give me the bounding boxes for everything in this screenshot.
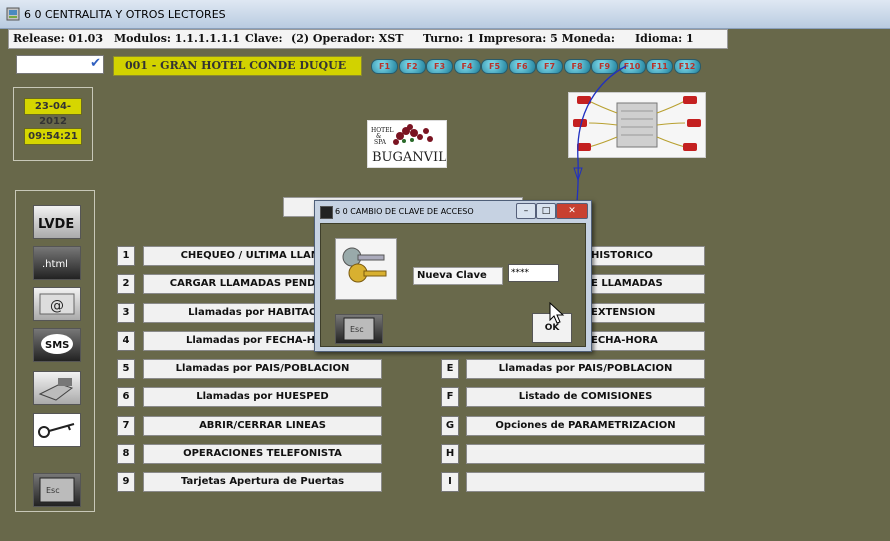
dialog-esc-button[interactable]: Esc bbox=[335, 314, 383, 344]
check-icon[interactable]: ✔ bbox=[90, 56, 101, 71]
menu-key-e: E bbox=[441, 359, 459, 379]
menu-key-5: 5 bbox=[117, 359, 135, 379]
sms-text: SMS bbox=[45, 340, 69, 351]
menu-key-f: F bbox=[441, 387, 459, 407]
keys-icon bbox=[342, 247, 387, 283]
menu-key-7: 7 bbox=[117, 416, 135, 436]
clave-text: Clave: bbox=[245, 32, 283, 45]
maximize-button[interactable]: □ bbox=[536, 203, 556, 219]
release-text: Release: 01.03 bbox=[13, 32, 103, 45]
menu-key-8: 8 bbox=[117, 444, 135, 464]
menu-key-2: 2 bbox=[117, 274, 135, 294]
logo-name: BUGANVILIA bbox=[372, 150, 446, 165]
sms-icon[interactable]: SMS bbox=[33, 328, 81, 362]
mouse-cursor-icon bbox=[549, 302, 565, 324]
left-icon-panel: LVDE .html @ SMS Esc bbox=[15, 190, 95, 512]
dialog-title-bar: 6 0 CAMBIO DE CLAVE DE ACCESO – □ ✕ bbox=[315, 201, 591, 223]
dialog-body: Nueva Clave Esc OK bbox=[320, 223, 586, 347]
menu-button-g[interactable]: Opciones de PARAMETRIZACION bbox=[466, 416, 705, 436]
dialog-esc-text: Esc bbox=[350, 325, 364, 334]
menu-key-6: 6 bbox=[117, 387, 135, 407]
keys-image bbox=[335, 238, 397, 300]
function-key-f1[interactable]: F1 bbox=[371, 59, 398, 74]
function-key-f2[interactable]: F2 bbox=[398, 59, 426, 74]
time-display: 09:54:21 bbox=[24, 128, 82, 145]
hotel-select-combo[interactable]: ✔ bbox=[16, 55, 104, 74]
info-bar: Release: 01.03 Modulos: 1.1.1.1.1.1 Clav… bbox=[8, 29, 728, 49]
menu-button-7[interactable]: ABRIR/CERRAR LINEAS bbox=[143, 416, 382, 436]
menu-button-5[interactable]: Llamadas por PAIS/POBLACION bbox=[143, 359, 382, 379]
html-icon[interactable]: .html bbox=[33, 246, 81, 280]
hotel-logo: HOTEL & SPA BUGANVILIA bbox=[367, 120, 462, 168]
hand-card-icon[interactable] bbox=[33, 371, 81, 405]
menu-button-8[interactable]: OPERACIONES TELEFONISTA bbox=[143, 444, 382, 464]
esc-text: Esc bbox=[46, 486, 60, 495]
impresora-text: 1 Impresora: 5 Moneda: bbox=[467, 32, 615, 45]
function-key-f3[interactable]: F3 bbox=[426, 59, 453, 74]
app-window: 6 0 CENTRALITA Y OTROS LECTORES Release:… bbox=[0, 0, 890, 541]
new-password-input[interactable] bbox=[508, 264, 559, 282]
close-button[interactable]: ✕ bbox=[556, 203, 588, 219]
menu-key-4: 4 bbox=[117, 331, 135, 351]
menu-button-9[interactable]: Tarjetas Apertura de Puertas bbox=[143, 472, 382, 492]
minimize-button[interactable]: – bbox=[516, 203, 536, 219]
menu-button-e[interactable]: Llamadas por PAIS/POBLACION bbox=[466, 359, 705, 379]
html-text: .html bbox=[42, 259, 68, 270]
menu-button-h[interactable] bbox=[466, 444, 705, 464]
function-key-f12[interactable]: F12 bbox=[673, 59, 701, 74]
esc-key-icon[interactable]: Esc bbox=[33, 473, 81, 507]
email-icon[interactable]: @ bbox=[33, 287, 81, 321]
menu-button-i[interactable] bbox=[466, 472, 705, 492]
date-display: 23-04-2012 bbox=[24, 98, 82, 127]
new-password-label: Nueva Clave bbox=[413, 267, 503, 285]
lvde-text: LVDE bbox=[38, 217, 74, 232]
menu-key-h: H bbox=[441, 444, 459, 464]
menu-key-i: I bbox=[441, 472, 459, 492]
email-text: @ bbox=[50, 298, 64, 314]
menu-key-3: 3 bbox=[117, 303, 135, 323]
dialog-title: 6 0 CAMBIO DE CLAVE DE ACCESO bbox=[335, 207, 474, 216]
window-title: 6 0 CENTRALITA Y OTROS LECTORES bbox=[24, 8, 226, 21]
idioma-text: Idioma: 1 bbox=[635, 32, 694, 45]
menu-key-1: 1 bbox=[117, 246, 135, 266]
logo-line1: HOTEL bbox=[371, 127, 394, 134]
menu-button-f[interactable]: Listado de COMISIONES bbox=[466, 387, 705, 407]
buganvilia-logo-icon: HOTEL & SPA BUGANVILIA bbox=[371, 124, 462, 165]
menu-button-6[interactable]: Llamadas por HUESPED bbox=[143, 387, 382, 407]
turno-text: Turno: bbox=[423, 32, 464, 45]
function-key-f5[interactable]: F5 bbox=[481, 59, 508, 74]
date-time-panel: 23-04-2012 09:54:21 bbox=[13, 87, 93, 161]
function-key-f7[interactable]: F7 bbox=[536, 59, 563, 74]
operador-text: (2) Operador: XST bbox=[291, 32, 404, 45]
title-bar: 6 0 CENTRALITA Y OTROS LECTORES bbox=[0, 0, 890, 29]
lvde-icon[interactable]: LVDE bbox=[33, 205, 81, 239]
modulos-text: Modulos: 1.1.1.1.1.1 bbox=[114, 32, 240, 45]
menu-key-g: G bbox=[441, 416, 459, 436]
logo-line3: SPA bbox=[374, 139, 387, 146]
change-password-dialog: 6 0 CAMBIO DE CLAVE DE ACCESO – □ ✕ Nuev… bbox=[314, 200, 592, 352]
hotel-name: 001 - GRAN HOTEL CONDE DUQUE bbox=[125, 59, 347, 72]
hotel-name-bar: 001 - GRAN HOTEL CONDE DUQUE bbox=[113, 56, 362, 76]
function-key-f6[interactable]: F6 bbox=[508, 59, 536, 74]
dialog-app-icon bbox=[320, 206, 333, 219]
menu-key-9: 9 bbox=[117, 472, 135, 492]
key-icon[interactable] bbox=[33, 413, 81, 447]
app-icon bbox=[6, 7, 20, 21]
function-key-f4[interactable]: F4 bbox=[453, 59, 481, 74]
